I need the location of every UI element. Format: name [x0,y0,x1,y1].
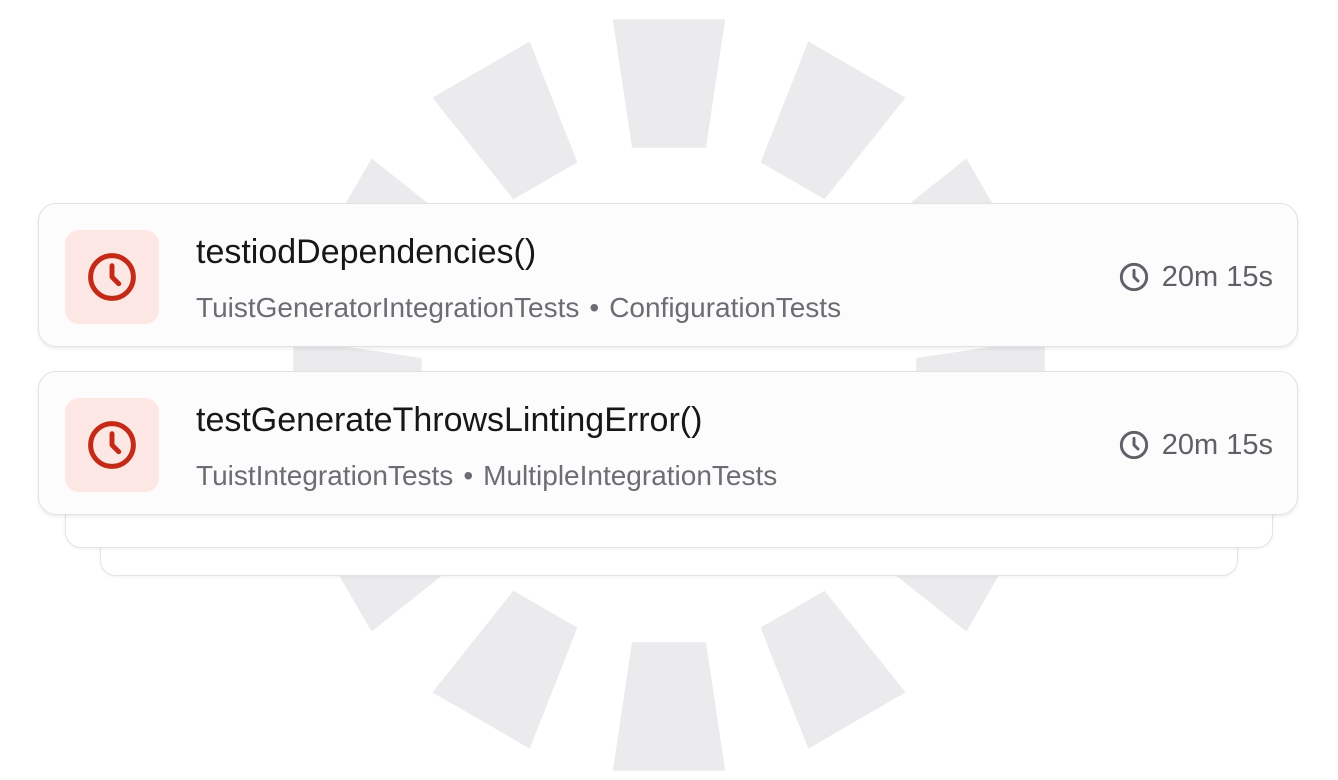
spinner-segment [432,41,578,200]
duration-value: 20m 15s [1161,260,1273,293]
spinner-segment [612,642,726,771]
test-module: TuistGeneratorIntegrationTests [196,292,580,323]
test-name: testGenerateThrowsLintingError() [196,401,703,439]
failure-status-tile [65,230,159,324]
clock-icon [1119,262,1148,292]
test-module: TuistIntegrationTests [196,460,454,491]
test-duration: 20m 15s [1118,428,1273,462]
clock-icon [88,421,136,469]
test-suite: MultipleIntegrationTests [483,460,778,491]
test-location: TuistIntegrationTests • MultipleIntegratio… [196,460,777,492]
test-suite: ConfigurationTests [609,292,842,323]
test-duration: 20m 15s [1118,260,1273,294]
test-location: TuistGeneratorIntegrationTests • Configura… [196,292,841,324]
clock-icon [88,253,136,301]
test-name: testiodDependencies() [196,233,537,271]
spinner-segment [760,590,906,749]
spinner-segment [432,590,578,749]
clock-icon [1119,430,1148,460]
failure-status-tile [65,398,159,492]
duration-value: 20m 15s [1161,428,1273,461]
separator-dot: • [589,292,600,323]
spinner-segment [612,19,726,148]
test-card[interactable]: testGenerateThrowsLintingError() TuistIn… [38,371,1298,515]
spinner-segment [760,41,906,200]
test-card[interactable]: testiodDependencies() TuistGeneratorInte… [38,203,1298,347]
separator-dot: • [463,460,474,491]
